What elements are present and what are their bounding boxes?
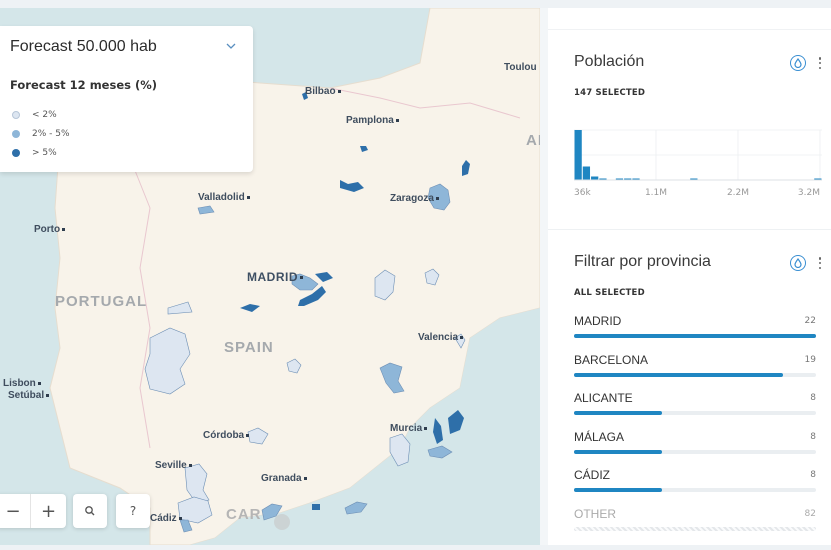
city-label-granada: Granada <box>261 473 307 484</box>
x-tick-label: 36k <box>574 188 591 198</box>
category-name: OTHER <box>574 506 616 521</box>
legend-item: < 2% <box>12 110 57 120</box>
legend-dot-low <box>12 111 20 119</box>
widget-selected-count: 147 SELECTED <box>574 88 646 98</box>
category-row[interactable]: BARCELONA 19 <box>574 353 816 379</box>
capital-label-madrid: MADRID <box>247 270 303 284</box>
x-tick-label: 1.1M <box>645 188 667 198</box>
histogram-bar[interactable] <box>574 130 582 180</box>
zoom-controls: − + <box>0 494 66 528</box>
legend-item: > 5% <box>12 148 57 158</box>
legend-dot-high <box>12 149 20 157</box>
category-bar-fill <box>574 449 662 454</box>
city-label-setubal: Setúbal <box>8 390 50 401</box>
city-label-zaragoza: Zaragoza <box>390 193 439 204</box>
color-by-button[interactable] <box>790 255 806 271</box>
top-bar <box>0 0 831 8</box>
category-row[interactable]: MÁLAGA 8 <box>574 430 816 456</box>
droplet-icon <box>794 58 802 68</box>
city-label-cadiz: Cádiz <box>150 513 182 524</box>
histogram-bar[interactable] <box>582 166 591 181</box>
category-bar-fill <box>574 334 816 338</box>
city-label-valladolid: Valladolid <box>198 192 250 203</box>
zoom-in-button[interactable]: + <box>31 494 66 528</box>
country-label-portugal: PORTUGAL <box>55 293 148 310</box>
category-name: BARCELONA <box>574 352 649 367</box>
category-bar-fill <box>574 411 662 415</box>
legend-label: > 5% <box>32 148 57 158</box>
category-name: MADRID <box>574 314 622 328</box>
location-marker <box>274 514 290 530</box>
country-label-andorra: AI <box>526 132 540 149</box>
category-bar-track <box>574 372 816 377</box>
city-label-seville: Seville <box>155 460 192 471</box>
legend-card: Forecast 50.000 hab Forecast 12 meses (%… <box>0 26 253 172</box>
category-count: 8 <box>810 470 816 480</box>
droplet-icon <box>794 258 802 268</box>
widget-title-poblacion: Población <box>574 53 645 70</box>
category-row[interactable]: CÁDIZ 8 <box>574 468 816 494</box>
region-label-car: CAR <box>226 506 262 523</box>
category-other[interactable]: OTHER 82 <box>574 507 816 533</box>
zoom-out-button[interactable]: − <box>0 494 31 528</box>
legend-dot-mid <box>12 130 20 138</box>
category-bar-track <box>574 449 816 454</box>
search-icon <box>85 506 95 516</box>
city-label-pamplona: Pamplona <box>346 115 399 126</box>
legend-label: < 2% <box>32 110 57 120</box>
category-bar-track <box>574 526 816 531</box>
category-name: CÁDIZ <box>574 468 610 482</box>
panel-gutter <box>540 8 548 545</box>
category-count: 19 <box>804 354 816 365</box>
category-count: 82 <box>804 508 816 519</box>
category-bar-fill <box>574 488 662 492</box>
category-row[interactable]: ALICANTE 8 <box>574 391 816 417</box>
category-bar-track <box>574 411 816 415</box>
legend-item: 2% - 5% <box>12 129 70 139</box>
legend-label: 2% - 5% <box>32 129 70 139</box>
category-name: MÁLAGA <box>574 429 625 444</box>
city-label-porto: Porto <box>34 224 66 235</box>
search-button[interactable] <box>73 494 107 528</box>
city-label-cordoba: Córdoba <box>203 430 250 441</box>
panel-top-strip <box>548 8 831 30</box>
city-label-murcia: Murcia <box>390 423 428 434</box>
category-name: ALICANTE <box>574 391 633 405</box>
widget-title-provincia: Filtrar por provincia <box>574 253 711 270</box>
category-count: 8 <box>810 431 816 442</box>
chevron-down-icon[interactable] <box>224 38 238 52</box>
category-bar-track <box>574 488 816 492</box>
widgets-panel: Población 147 SELECTED 36k 1.1M 2.2M 3.2M F… <box>548 8 831 545</box>
widget-menu-button[interactable] <box>817 255 823 271</box>
city-label-bilbao: Bilbao <box>305 86 341 97</box>
category-count: 8 <box>810 393 816 403</box>
city-label-lisbon: Lisbon <box>3 378 41 389</box>
city-label-toulouse: Toulou <box>504 62 537 73</box>
color-by-button[interactable] <box>790 55 806 71</box>
country-label-spain: SPAIN <box>224 339 274 356</box>
widget-selected-status: ALL SELECTED <box>574 288 645 298</box>
legend-subtitle: Forecast 12 meses (%) <box>10 78 158 92</box>
histogram-bar[interactable] <box>591 176 599 181</box>
help-button[interactable]: ? <box>116 494 150 528</box>
x-tick-label: 2.2M <box>727 188 749 198</box>
category-row[interactable]: MADRID 22 <box>574 314 816 340</box>
city-label-valencia: Valencia <box>418 332 464 343</box>
legend-title: Forecast 50.000 hab <box>10 38 157 55</box>
histogram-chart[interactable]: 36k 1.1M 2.2M 3.2M <box>574 128 822 208</box>
category-bar-track <box>574 334 816 338</box>
x-tick-label: 3.2M <box>798 188 820 198</box>
widget-menu-button[interactable] <box>817 55 823 71</box>
widget-divider <box>548 229 831 230</box>
bottom-bar <box>0 545 831 550</box>
category-bar-fill <box>574 372 783 377</box>
category-count: 22 <box>804 316 816 326</box>
